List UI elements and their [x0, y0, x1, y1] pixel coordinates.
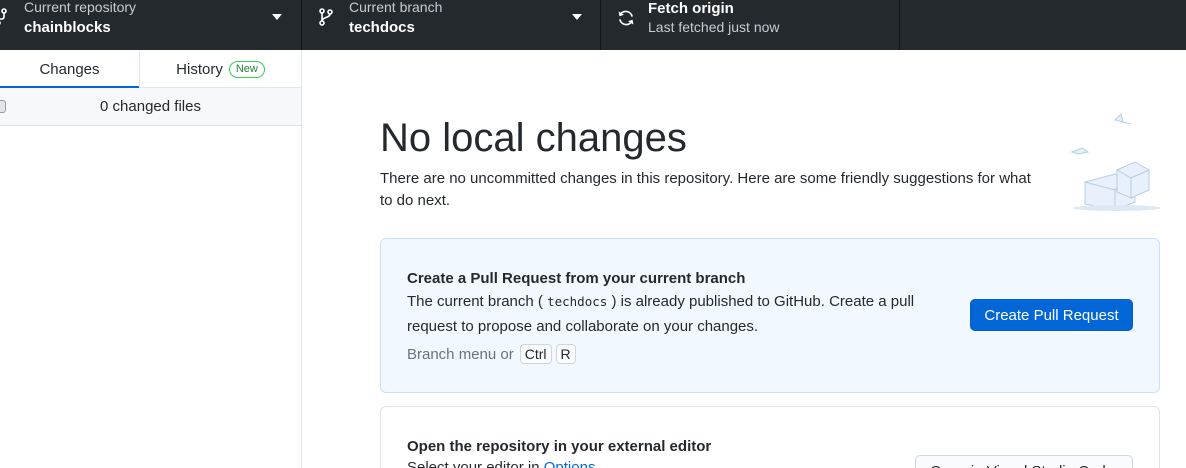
repository-selector[interactable]: Current repository chainblocks — [0, 0, 302, 50]
hint-prefix: Branch menu or — [407, 345, 514, 363]
chevron-down-icon — [572, 14, 582, 20]
editor-card-title: Open the repository in your external edi… — [407, 438, 712, 455]
tab-changes[interactable]: Changes — [0, 50, 139, 89]
tab-history-label: History — [176, 60, 223, 78]
tab-history[interactable]: History New — [139, 50, 301, 88]
main-content: No local changes There are no uncommitte… — [303, 50, 1186, 468]
pull-request-card-description: The current branch ( techdocs ) is alrea… — [407, 289, 947, 339]
changed-files-header: 0 changed files — [0, 88, 301, 126]
fetch-origin-button[interactable]: Fetch origin Last fetched just now — [601, 0, 900, 50]
repository-label: Current repository — [24, 0, 137, 15]
empty-state-illustration — [1065, 112, 1165, 212]
sidebar-tabs: Changes History New — [0, 50, 301, 89]
pull-request-card-title: Create a Pull Request from your current … — [407, 270, 746, 287]
kbd-ctrl: Ctrl — [519, 344, 552, 364]
fetch-origin-title: Fetch origin — [648, 0, 734, 17]
editor-desc-prefix: Select your editor in — [407, 459, 540, 468]
keyboard-hint: Branch menu or Ctrl R — [407, 344, 576, 364]
kbd-r: R — [555, 344, 576, 364]
chevron-down-icon — [272, 14, 282, 20]
editor-card-description: Select your editor in Options — [407, 459, 595, 468]
branch-code: techdocs — [547, 294, 608, 309]
select-all-checkbox[interactable] — [0, 100, 6, 113]
tab-changes-label: Changes — [39, 60, 100, 78]
git-branch-icon — [318, 7, 334, 27]
branch-label: Current branch — [349, 0, 443, 15]
branch-name: techdocs — [349, 19, 415, 36]
repository-name: chainblocks — [24, 19, 111, 36]
fetch-status: Last fetched just now — [648, 19, 780, 35]
page-title: No local changes — [380, 116, 687, 160]
sidebar: Changes History New 0 changed files — [0, 50, 302, 468]
app-toolbar: Current repository chainblocks Current b… — [0, 0, 1186, 50]
intro-text: There are no uncommitted changes in this… — [380, 170, 1031, 209]
branch-selector[interactable]: Current branch techdocs — [302, 0, 601, 50]
pr-desc-before: The current branch ( — [407, 293, 543, 310]
open-in-editor-card: Open the repository in your external edi… — [380, 406, 1160, 468]
new-badge: New — [228, 60, 265, 78]
changed-files-count: 0 changed files — [100, 98, 201, 115]
repo-icon — [0, 7, 10, 27]
create-pull-request-button[interactable]: Create Pull Request — [970, 299, 1133, 331]
sync-icon — [616, 8, 636, 28]
create-pull-request-card: Create a Pull Request from your current … — [380, 238, 1160, 393]
open-in-editor-button[interactable]: Open in Visual Studio Code — [915, 455, 1133, 468]
options-link[interactable]: Options — [544, 459, 596, 468]
